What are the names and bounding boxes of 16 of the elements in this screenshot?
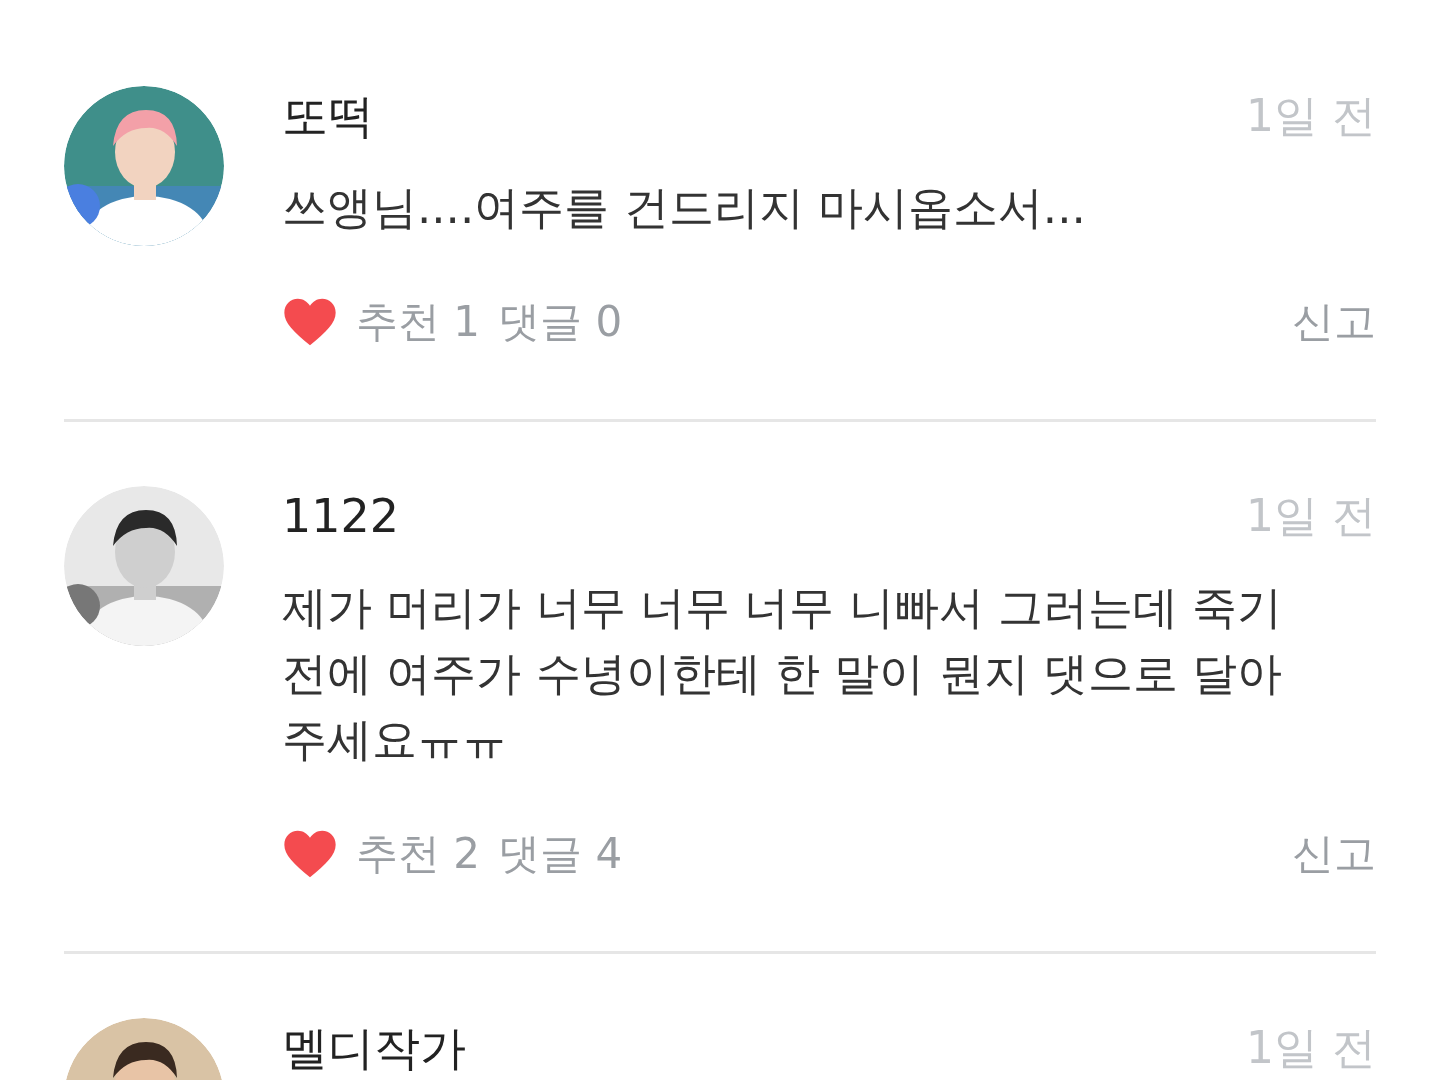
comment-text: 쓰앵님....여주를 건드리지 마시옵소서... bbox=[282, 180, 1087, 236]
timestamp: 1일 전 bbox=[1246, 1021, 1376, 1075]
author-name: 멜디작가 bbox=[282, 1020, 466, 1077]
reply-count[interactable]: 댓글 0 bbox=[498, 292, 623, 352]
heart-icon[interactable] bbox=[282, 296, 338, 348]
like-count: 추천 1 bbox=[356, 296, 481, 348]
report-link[interactable]: 신고 bbox=[1292, 824, 1376, 884]
like-count: 추천 2 bbox=[356, 828, 481, 880]
heart-icon[interactable] bbox=[282, 828, 338, 880]
author-name: 1122 bbox=[282, 488, 400, 545]
timestamp: 1일 전 bbox=[1246, 89, 1376, 143]
reply-count[interactable]: 댓글 4 bbox=[498, 824, 623, 884]
comment-text: 제가 머리가 너무 너무 너무 니빠서 그러는데 죽기전에 여주가 수녕이한테 한 말이 뭔지 댓으로 달아주세요ㅠㅠ bbox=[282, 580, 1284, 768]
report-link[interactable]: 신고 bbox=[1292, 292, 1376, 352]
author-name: 또떡 bbox=[282, 88, 374, 145]
timestamp: 1일 전 bbox=[1246, 489, 1376, 543]
